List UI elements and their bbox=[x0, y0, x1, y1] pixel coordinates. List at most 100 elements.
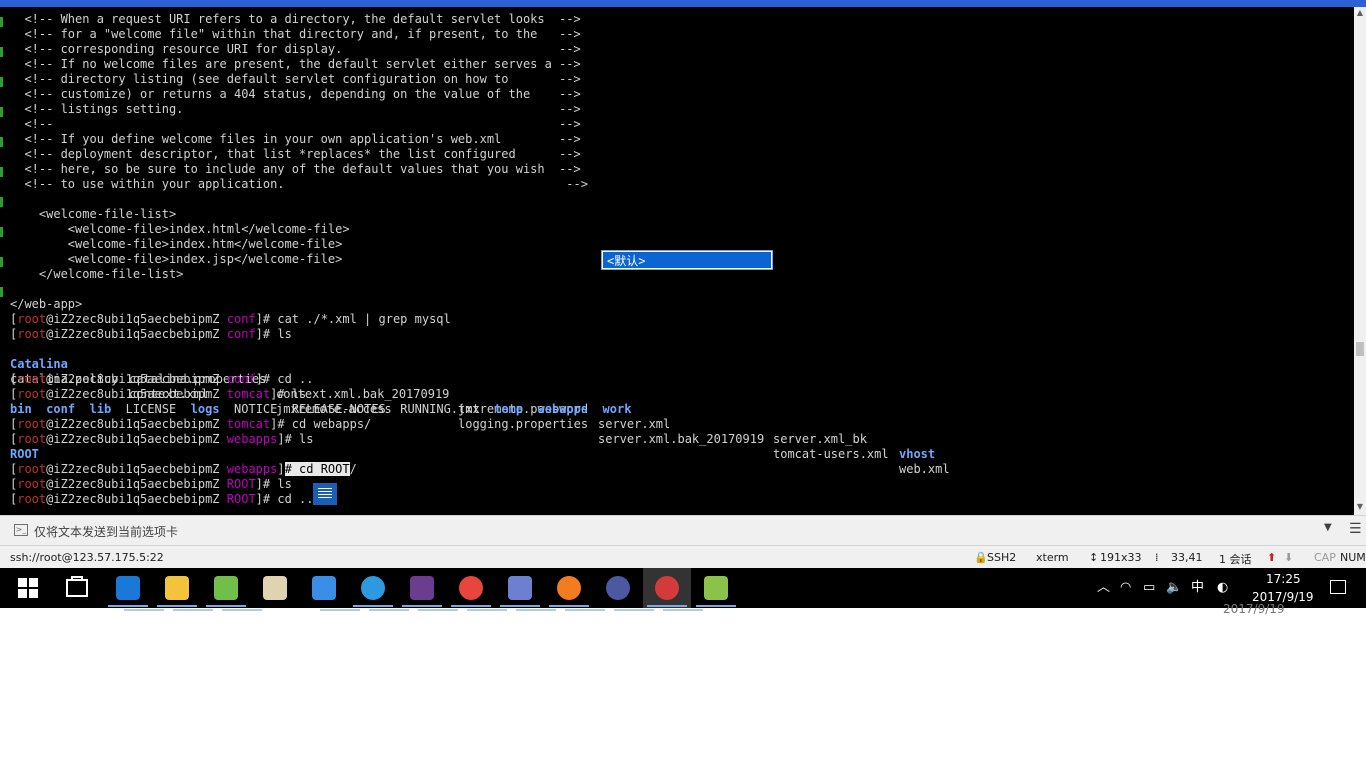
prompt-command: # ls bbox=[262, 477, 292, 491]
gutter-marker bbox=[0, 197, 3, 207]
gutter-marker bbox=[0, 17, 3, 27]
vertical-scrollbar[interactable]: ▲ ▼ bbox=[1354, 7, 1366, 515]
ghost-underline bbox=[173, 609, 213, 611]
ls-entry: server.xml_bk bbox=[773, 432, 867, 446]
ls-entry: RELEASE-NOTES bbox=[291, 402, 386, 416]
ghost-date: 2017/9/19 bbox=[1223, 602, 1285, 616]
prompt-dir: ROOT bbox=[226, 492, 256, 506]
compose-input[interactable]: 仅将文本发送到当前选项卡 bbox=[34, 523, 178, 540]
prompt-host: @iZ2zec8ubi1q5aecbebipmZ bbox=[46, 372, 220, 386]
ls-entry: RUNNING.txt bbox=[400, 402, 480, 416]
prompt-command: # cd .. bbox=[262, 492, 314, 506]
session-count: 1 会话 bbox=[1219, 553, 1252, 566]
notepad-plus-icon[interactable] bbox=[202, 568, 250, 608]
prompt-line: [root@iZ2zec8ubi1q5aecbebipmZ ROOT]# ls bbox=[10, 477, 292, 491]
compose-icon: >_ bbox=[14, 524, 28, 536]
tray-expand-icon[interactable]: ︿ bbox=[1097, 568, 1110, 608]
terminal-line: <!-- here, so be sure to include any of … bbox=[10, 162, 581, 176]
paint-icon[interactable] bbox=[251, 568, 299, 608]
game-icon[interactable] bbox=[398, 568, 446, 608]
upload-arrow-icon: ⬆ bbox=[1267, 551, 1277, 564]
gutter-marker bbox=[0, 137, 3, 147]
volume-icon[interactable]: 🔈 bbox=[1166, 568, 1182, 608]
scroll-down-icon[interactable]: ▼ bbox=[1356, 503, 1364, 511]
ls-entry: lib bbox=[89, 402, 112, 416]
terminal-line: <welcome-file-list> bbox=[10, 207, 177, 221]
ghost-underline bbox=[565, 609, 605, 611]
file-explorer-icon[interactable] bbox=[153, 568, 201, 608]
ls-entry: ROOT bbox=[10, 447, 39, 461]
task-view-icon[interactable] bbox=[66, 576, 88, 597]
ghost-underline bbox=[369, 609, 409, 611]
baidu-netdisk-icon[interactable] bbox=[300, 568, 348, 608]
prompt-dir: ROOT bbox=[226, 477, 256, 491]
download-arrow-icon: ⬇ bbox=[1284, 551, 1294, 564]
prompt-user: root bbox=[17, 387, 47, 401]
lock-icon: 🔒 bbox=[974, 551, 988, 564]
terminal-line: <!-- When a request URI refers to a dire… bbox=[10, 12, 581, 26]
mysql-dolphin-icon[interactable] bbox=[496, 568, 544, 608]
ime-indicator[interactable]: 中 bbox=[1191, 568, 1204, 608]
ls-entry: bin bbox=[10, 402, 32, 416]
notification-icon[interactable] bbox=[1330, 580, 1346, 594]
wifi-icon[interactable]: ◠ bbox=[1120, 568, 1131, 608]
prompt-host: @iZ2zec8ubi1q5aecbebipmZ bbox=[46, 312, 220, 326]
prompt-host: @iZ2zec8ubi1q5aecbebipmZ bbox=[46, 417, 220, 431]
prompt-user: root bbox=[17, 432, 47, 446]
windows-start-icon[interactable] bbox=[18, 578, 38, 598]
ls-entry: vhost bbox=[899, 447, 936, 461]
scroll-thumb[interactable] bbox=[1356, 342, 1364, 356]
prompt-dir: conf bbox=[226, 372, 256, 386]
ls-output-row: bin conf lib LICENSE logs NOTICE RELEASE… bbox=[10, 402, 631, 417]
ls-entry: conf bbox=[46, 402, 76, 416]
ls-entry: webapps bbox=[537, 402, 589, 416]
ghost-underline bbox=[467, 609, 507, 611]
firefox-icon[interactable] bbox=[545, 568, 593, 608]
terminal-line: <!-- directory listing (see default serv… bbox=[10, 72, 581, 86]
battery-icon[interactable]: ▭ bbox=[1143, 568, 1155, 608]
status-bar: ssh://root@123.57.175.5:22 🔒 SSH2 xterm … bbox=[0, 545, 1366, 568]
prompt-command: # cd .. bbox=[262, 372, 314, 386]
edge-icon[interactable] bbox=[104, 568, 152, 608]
ghost-underline bbox=[124, 609, 164, 611]
scroll-up-icon[interactable]: ▲ bbox=[1356, 9, 1364, 17]
terminal-type: xterm bbox=[1036, 551, 1069, 564]
taskbar-ghost-artifact: 2017/9/19 bbox=[0, 602, 1366, 623]
resize-icon: ↕ bbox=[1089, 551, 1099, 564]
compose-bar[interactable]: >_ 仅将文本发送到当前选项卡 ▼ ☰ bbox=[0, 515, 1366, 545]
menu-icon[interactable]: ☰ bbox=[1349, 521, 1362, 537]
prompt-line: [root@iZ2zec8ubi1q5aecbebipmZ webapps]# … bbox=[10, 432, 314, 446]
prompt-user: root bbox=[17, 462, 47, 476]
text-cursor-icon bbox=[313, 483, 337, 505]
selected-command[interactable]: # cd ROOT bbox=[284, 462, 350, 476]
prompt-command: # ls bbox=[277, 387, 307, 401]
ls-entry: logging.properties bbox=[458, 417, 589, 431]
prompt-host: @iZ2zec8ubi1q5aecbebipmZ bbox=[46, 462, 220, 476]
ghost-underline bbox=[320, 609, 360, 611]
ls-entry: tomcat-users.xml bbox=[773, 447, 889, 461]
prompt-user: root bbox=[17, 417, 47, 431]
ghost-underline bbox=[663, 609, 703, 611]
gutter-marker bbox=[0, 287, 3, 297]
prompt-user: root bbox=[17, 477, 47, 491]
ls-entry: server.xml bbox=[598, 417, 671, 431]
prompt-dir: tomcat bbox=[226, 387, 271, 401]
prompt-command: # ls bbox=[284, 432, 314, 446]
terminal-line: </web-app> bbox=[10, 297, 83, 311]
gutter-marker bbox=[0, 107, 3, 117]
xshell-icon[interactable] bbox=[643, 568, 691, 608]
gutter-marker bbox=[0, 257, 3, 267]
xftp-icon[interactable] bbox=[692, 568, 740, 608]
ls-entry: work bbox=[602, 402, 632, 416]
prompt-host: @iZ2zec8ubi1q5aecbebipmZ bbox=[46, 327, 220, 341]
prompt-dir: webapps bbox=[226, 462, 278, 476]
prompt-user: root bbox=[17, 327, 47, 341]
clock-time[interactable]: 17:25 bbox=[1266, 572, 1301, 586]
terminal-line: <welcome-file>index.htm</welcome-file> bbox=[10, 237, 343, 251]
chrome-icon[interactable] bbox=[447, 568, 495, 608]
chevron-down-icon[interactable]: ▼ bbox=[1324, 522, 1332, 533]
cursor-position: 33,41 bbox=[1171, 551, 1203, 564]
ime-candidate-popup[interactable]: <默认> bbox=[601, 250, 773, 270]
ie-icon[interactable] bbox=[349, 568, 397, 608]
eclipse-icon[interactable] bbox=[594, 568, 642, 608]
